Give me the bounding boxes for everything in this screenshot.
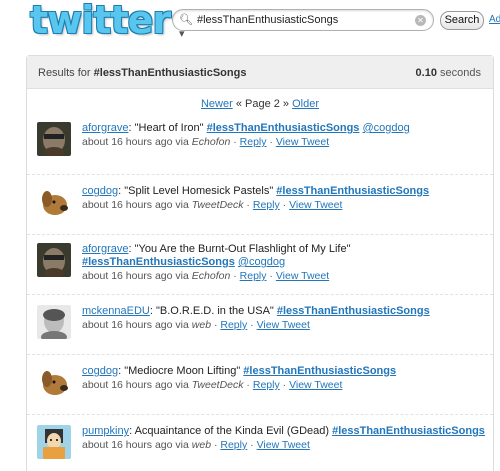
tweet-item: mckennaEDU: "B.O.R.E.D. in the USA" #les… [27,294,493,354]
view-tweet-link[interactable]: View Tweet [289,379,342,391]
tweet-hashtag[interactable]: #lessThanEnthusiasticSongs [82,256,235,268]
results-header: Results for #lessThanEnthusiasticSongs 0… [27,56,493,89]
tweet-hashtag[interactable]: #lessThanEnthusiasticSongs [277,305,430,317]
search-button[interactable]: Search [440,11,484,30]
tweet-item: cogdog: "Split Level Homesick Pastels" #… [27,174,493,234]
avatar[interactable] [37,122,71,156]
tweet-source: Echofon [191,270,231,282]
view-tweet-link[interactable]: View Tweet [276,270,329,282]
tweet-hashtag[interactable]: #lessThanEnthusiasticSongs [276,185,429,197]
tweet-username[interactable]: cogdog [82,185,118,197]
results-label: Results for #lessThanEnthusiasticSongs [38,67,246,79]
tweet-text: : "Split Level Homesick Pastels" [118,185,277,197]
results-time: 0.10 seconds [416,67,481,79]
search-icon[interactable]: 🔍︎▾ [179,13,197,40]
view-tweet-link[interactable]: View Tweet [257,439,310,451]
tweet-username[interactable]: mckennaEDU [82,305,150,317]
tweet-username[interactable]: cogdog [82,365,118,377]
view-tweet-link[interactable]: View Tweet [257,319,310,331]
results-prefix: Results for [38,67,91,79]
avatar[interactable] [37,243,71,277]
tweet-text: : "Heart of Iron" [128,122,207,134]
tweet-item: aforgrave: "Heart of Iron" #lessThanEnth… [27,114,493,174]
reply-link[interactable]: Reply [220,439,247,451]
tweet-text: : "B.O.R.E.D. in the USA" [149,305,277,317]
tweet-source: TweetDeck [191,379,244,391]
results-time-value: 0.10 [415,67,437,79]
tweet-body: pumpkiny: Acquaintance of the Kinda Evil… [82,425,485,452]
tweet-body: aforgrave: "You Are the Burnt-Out Flashl… [82,243,485,283]
results-time-unit: seconds [440,67,481,79]
reply-link[interactable]: Reply [240,136,267,148]
search-input[interactable]: 🔍︎▾ #lessThanEnthusiasticSongs ✕ [172,9,434,40]
tweet-mention[interactable]: @cogdog [363,122,410,134]
tweet-body: aforgrave: "Heart of Iron" #lessThanEnth… [82,122,485,149]
reply-link[interactable]: Reply [220,319,247,331]
tweet-time: about 16 hours ago via [82,199,189,211]
tweet-text: : Acquaintance of the Kinda Evil (GDead) [129,425,333,437]
tweet-time: about 16 hours ago via [82,136,189,148]
tweet-meta: about 16 hours ago via Echofon · Reply ·… [82,136,330,148]
tweet-source: web [191,319,212,331]
avatar[interactable] [37,425,71,459]
search-query-text[interactable]: #lessThanEnthusiasticSongs [197,14,338,26]
tweet-hashtag[interactable]: #lessThanEnthusiasticSongs [243,365,396,377]
twitter-logo[interactable]: twitter [30,0,171,42]
tweet-time: about 16 hours ago via [82,270,189,282]
tweet-body: cogdog: "Mediocre Moon Lifting" #lessTha… [82,365,485,392]
avatar[interactable] [37,365,71,399]
tweet-username[interactable]: aforgrave [82,122,128,134]
view-tweet-link[interactable]: View Tweet [276,136,329,148]
reply-link[interactable]: Reply [240,270,267,282]
older-link[interactable]: Older [292,98,319,110]
tweet-item: cogdog: "Mediocre Moon Lifting" #lessTha… [27,354,493,414]
tweet-username[interactable]: aforgrave [82,243,128,255]
tweet-mention[interactable]: @cogdog [238,256,285,268]
tweet-item: aforgrave: "You Are the Burnt-Out Flashl… [27,234,493,294]
tweet-meta: about 16 hours ago via web · Reply · Vie… [82,439,310,451]
tweet-meta: about 16 hours ago via Echofon · Reply ·… [82,270,330,282]
tweet-body: mckennaEDU: "B.O.R.E.D. in the USA" #les… [82,305,485,332]
view-tweet-link[interactable]: View Tweet [289,199,342,211]
reply-link[interactable]: Reply [253,379,280,391]
tweet-time: about 16 hours ago via [82,319,189,331]
tweet-time: about 16 hours ago via [82,439,189,451]
tweet-meta: about 16 hours ago via TweetDeck · Reply… [82,379,343,391]
newer-link[interactable]: Newer [201,98,233,110]
reply-link[interactable]: Reply [253,199,280,211]
tweet-time: about 16 hours ago via [82,379,189,391]
tweet-hashtag[interactable]: #lessThanEnthusiasticSongs [207,122,360,134]
advanced-search-link[interactable]: Ad [489,14,500,25]
tweet-source: Echofon [191,136,231,148]
tweet-body: cogdog: "Split Level Homesick Pastels" #… [82,185,485,212]
top-header: twitter 🔍︎▾ #lessThanEnthusiasticSongs ✕… [0,0,500,42]
tweet-meta: about 16 hours ago via TweetDeck · Reply… [82,199,343,211]
tweet-hashtag[interactable]: #lessThanEnthusiasticSongs [332,425,485,437]
avatar[interactable] [37,305,71,339]
results-query: #lessThanEnthusiasticSongs [93,67,247,79]
tweet-item: pumpkiny: Acquaintance of the Kinda Evil… [27,414,493,471]
avatar[interactable] [37,185,71,219]
tweet-source: TweetDeck [191,199,244,211]
tweet-text: : "Mediocre Moon Lifting" [118,365,244,377]
tweet-meta: about 16 hours ago via web · Reply · Vie… [82,319,310,331]
page-indicator: « Page 2 » [235,98,290,110]
results-panel: Results for #lessThanEnthusiasticSongs 0… [26,55,494,471]
clear-icon[interactable]: ✕ [415,15,426,26]
tweet-text: : "You Are the Burnt-Out Flashlight of M… [128,243,351,255]
pagination: Newer « Page 2 » Older [27,98,493,110]
tweet-username[interactable]: pumpkiny [82,425,129,437]
tweet-source: web [191,439,212,451]
